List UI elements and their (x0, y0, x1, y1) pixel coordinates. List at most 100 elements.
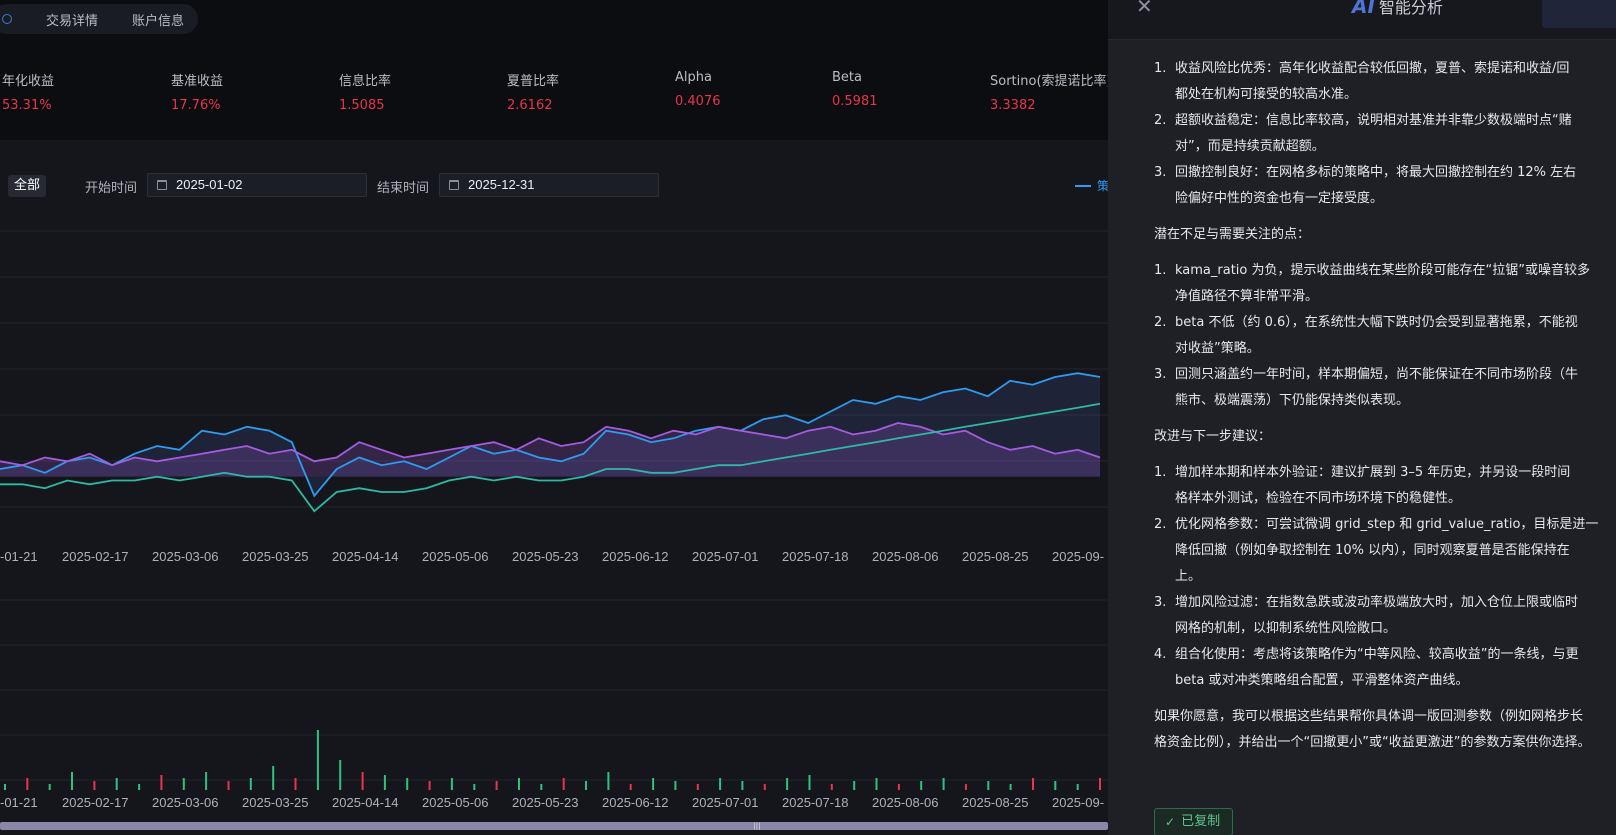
panel-header: ✕ AI 智能分析 (1108, 0, 1616, 40)
item-text: 净值路径不算非常平滑。 (1175, 289, 1319, 304)
start-date-input[interactable]: 2025-01-02 (147, 173, 367, 197)
close-icon[interactable]: ✕ (1136, 0, 1153, 18)
item-text: 对收益”策略。 (1175, 341, 1260, 356)
section-heading: 潜在不足与需要关注的点： (1154, 227, 1311, 242)
dashboard: 交易详情 账户信息 年化收益 53.31% 基准收益 17.76% 信息比率 1… (0, 0, 1108, 835)
volume-bar (518, 778, 520, 790)
volume-bar (495, 781, 498, 790)
tab-account-info[interactable]: 账户信息 (132, 10, 184, 29)
volume-bar (786, 778, 789, 790)
tab-bar: 交易详情 账户信息 (0, 4, 199, 34)
volume-bar (808, 775, 811, 790)
analysis-content: 1. 收益风险比优秀：高年化收益配合较低回撤，夏普、索提诺和收益/回 都处在机构可接… (1154, 56, 1616, 776)
metrics-row: 年化收益 53.31% 基准收益 17.76% 信息比率 1.5085 夏普比率… (0, 70, 1108, 120)
list-item: 3. 增加风险过滤：在指数急跌或波动率极端放大时，加入仓位上限或临时 网格的机制，以… (1154, 590, 1616, 642)
volume-bar (428, 781, 431, 790)
volume-bar (1032, 778, 1034, 790)
volume-bar (249, 778, 252, 790)
volume-bar (361, 772, 364, 790)
volume-bar (383, 775, 386, 790)
volume-bar (897, 784, 900, 790)
metric-value: 2.6162 (507, 98, 553, 113)
volume-bar (339, 760, 342, 790)
list-item: 1. kama_ratio 为负，提示收益曲线在某些阶段可能存在“拉锯”或噪音较多… (1154, 258, 1616, 310)
list-item: 4. 组合化使用：考虑将该策略作为“中等风险、较高收益”的一条线，与更 beta 或… (1154, 642, 1616, 694)
header-action-button[interactable] (1542, 0, 1616, 28)
volume-bar (182, 778, 185, 790)
item-text: 优化网格参数：可尝试微调 grid_step 和 grid_value_rati… (1175, 517, 1599, 532)
chart-legend[interactable]: 策 (1075, 177, 1108, 194)
x-tick-label: 2025-08-06 (872, 795, 939, 810)
scroll-grip-icon[interactable]: ||| (752, 823, 762, 830)
item-number: 1. (1154, 465, 1167, 480)
metric-benchmark-return: 基准收益 17.76% (171, 70, 223, 113)
volume-bar (48, 784, 51, 790)
end-date-value: 2025-12-31 (468, 177, 535, 192)
x-tick-label: 2025-03-06 (152, 549, 219, 564)
item-text: 熊市、极端震荡）下仍能保持类似表现。 (1175, 393, 1410, 408)
list-item: 3. 回撤控制良好：在网格多标的策略中，将最大回撤控制在约 12% 左右 险偏好中性… (1154, 160, 1616, 212)
metric-label: Sortino(索提诺比率) (990, 74, 1108, 89)
item-text: 降低回撤（例如争取控制在 10% 以内），同时观察夏普是否能保持在 (1175, 543, 1570, 558)
metric-label: 基准收益 (171, 74, 224, 89)
volume-bar (942, 778, 945, 790)
volume-bar (696, 784, 699, 790)
metric-sharpe-ratio: 夏普比率 2.6162 (507, 70, 559, 113)
item-text: 险偏好中性的资金也有一定接受度。 (1175, 191, 1384, 206)
copied-label: 已复制 (1181, 814, 1221, 829)
x-tick-label: 2025-06-12 (602, 795, 669, 810)
chart-scrollbar[interactable]: ||| (0, 822, 1108, 830)
volume-bar (853, 781, 856, 790)
item-text: 超额收益稳定：信息比率较高，说明相对基准并非靠少数极端时点“赌 (1175, 113, 1572, 128)
x-tick-label: 2025-05-06 (422, 549, 489, 564)
x-tick-label: -01-21 (0, 795, 38, 810)
end-date-input[interactable]: 2025-12-31 (439, 173, 659, 197)
x-tick-label: 2025-03-25 (242, 795, 309, 810)
x-tick-label: 2025-08-06 (872, 549, 939, 564)
volume-bar (1009, 784, 1012, 790)
volume-bar (138, 784, 141, 790)
volume-bar (93, 781, 96, 790)
volume-bar (4, 784, 6, 790)
radio-icon[interactable] (2, 14, 12, 24)
volume-bar (227, 781, 230, 790)
item-text: 回撤控制良好：在网格多标的策略中，将最大回撤控制在约 12% 左右 (1175, 165, 1577, 180)
calendar-icon (449, 180, 459, 190)
x-tick-label: 2025-09- (1052, 549, 1104, 564)
x-tick-label: 2025-06-12 (602, 549, 669, 564)
list-item: 1. 增加样本期和样本外验证：建议扩展到 3–5 年历史，并另设一段时间 格样本外测… (1154, 460, 1616, 512)
start-time-label: 开始时间 (85, 181, 138, 196)
volume-bar (1054, 781, 1057, 790)
list-item: 2. beta 不低（约 0.6），在系统性大幅下跌时仍会受到显著拖累，不能视 对收… (1154, 310, 1616, 362)
volume-bar (830, 784, 833, 790)
list-item: 2. 超额收益稳定：信息比率较高，说明相对基准并非靠少数极端时点“赌 对”，而是持续… (1154, 108, 1616, 160)
volume-bar (987, 781, 990, 790)
item-number: 1. (1154, 263, 1167, 278)
item-text: beta 不低（约 0.6），在系统性大幅下跌时仍会受到显著拖累，不能视 (1175, 315, 1578, 330)
metric-information-ratio: 信息比率 1.5085 (339, 70, 391, 113)
item-text: 上。 (1175, 569, 1202, 584)
x-tick-label: 2025-07-01 (692, 549, 759, 564)
all-range-button[interactable]: 全部 (8, 175, 47, 197)
panel-title-text: 智能分析 (1378, 0, 1443, 17)
volume-bar (316, 730, 319, 790)
item-number: 2. (1154, 315, 1167, 330)
item-number: 2. (1154, 113, 1167, 128)
volume-bar (875, 778, 878, 790)
copied-button[interactable]: ✓ 已复制 (1154, 808, 1234, 835)
analysis-list: 1. 增加样本期和样本外验证：建议扩展到 3–5 年历史，并另设一段时间 格样本外测… (1154, 460, 1616, 694)
volume-bar (652, 778, 655, 790)
tab-trade-details[interactable]: 交易详情 (46, 10, 98, 29)
metric-label: 信息比率 (339, 74, 392, 89)
x-tick-label: 2025-02-17 (62, 549, 129, 564)
metric-value: 0.4076 (675, 94, 721, 109)
closing-text: 格资金比例），并给出一个“回撤更小”或“收益更激进”的参数方案供你选择。 (1154, 735, 1591, 750)
x-tick-label: 2025-08-25 (962, 795, 1029, 810)
legend-label: 策 (1097, 179, 1108, 193)
section-heading: 改进与下一步建议： (1154, 429, 1272, 444)
analysis-list: 1. 收益风险比优秀：高年化收益配合较低回撤，夏普、索提诺和收益/回 都处在机构可接… (1154, 56, 1616, 212)
volume-bar (473, 784, 476, 790)
item-text: 增加样本期和样本外验证：建议扩展到 3–5 年历史，并另设一段时间 (1175, 465, 1571, 480)
metric-value: 3.3382 (990, 98, 1036, 113)
x-tick-label: 2025-04-14 (332, 549, 399, 564)
